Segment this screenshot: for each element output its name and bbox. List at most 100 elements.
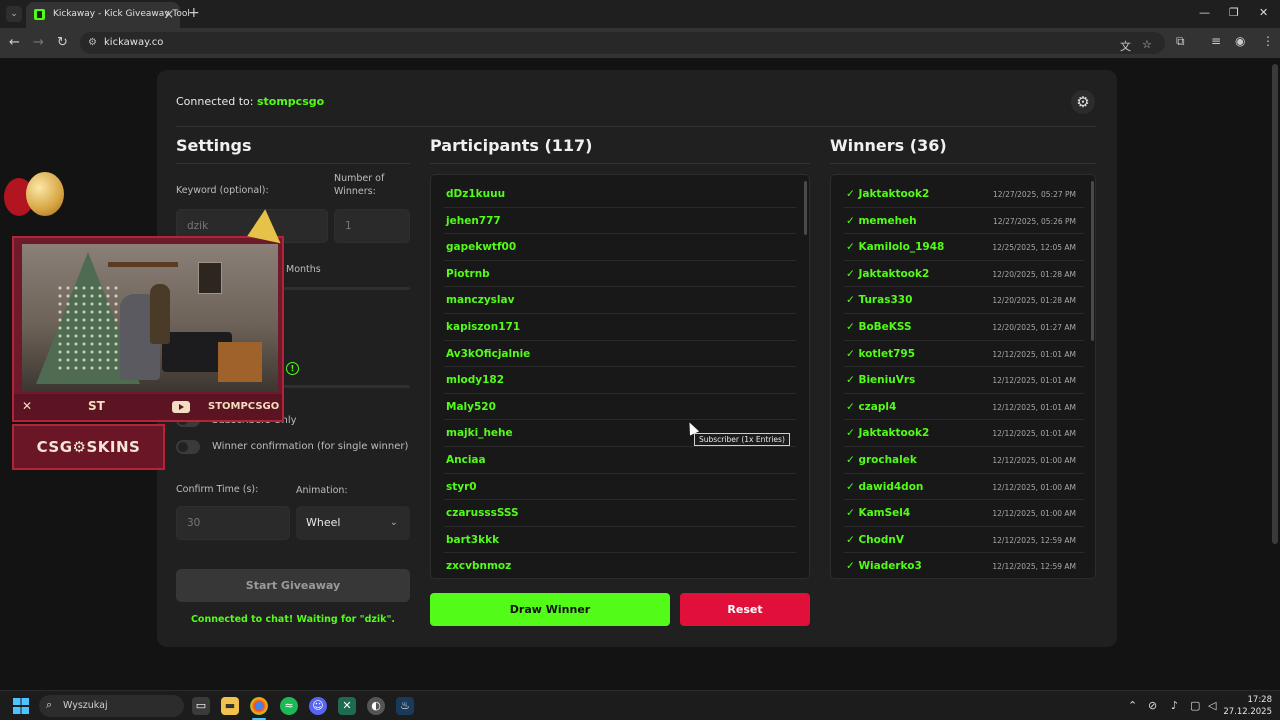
winner-row[interactable]: ✓ czapl4 12/12/2025, 01:01 AM bbox=[844, 394, 1084, 421]
page-scrollbar[interactable] bbox=[1272, 64, 1278, 544]
back-icon[interactable]: ← bbox=[9, 35, 20, 50]
winners-count-input[interactable]: 1 bbox=[334, 209, 410, 243]
winner-name: ✓ czapl4 bbox=[846, 400, 897, 413]
minimize-icon[interactable]: — bbox=[1199, 6, 1210, 19]
tab-search-dropdown[interactable]: ⌄ bbox=[6, 6, 22, 22]
draw-winner-button[interactable]: Draw Winner bbox=[430, 593, 670, 626]
network-icon[interactable]: ▢ bbox=[1190, 699, 1200, 712]
participant-row[interactable]: mlody182 bbox=[444, 367, 796, 394]
media-control-icon[interactable]: ≡ bbox=[1211, 34, 1221, 48]
winner-row[interactable]: ✓ BoBeKSS 12/20/2025, 01:27 AM bbox=[844, 314, 1084, 341]
info-icon[interactable]: ! bbox=[286, 362, 299, 375]
restore-icon[interactable]: ❐ bbox=[1229, 6, 1239, 19]
participant-row[interactable]: dDz1kuuu bbox=[444, 181, 796, 208]
participant-row[interactable]: styr0 bbox=[444, 474, 796, 501]
stompcsgo-logo: STOMPCSGO bbox=[208, 401, 280, 412]
url-text: kickaway.co bbox=[104, 37, 164, 48]
winner-row[interactable]: ✓ Jaktaktook2 12/12/2025, 01:01 AM bbox=[844, 420, 1084, 447]
winner-timestamp: 12/12/2025, 12:59 AM bbox=[992, 535, 1076, 545]
animation-select[interactable]: Wheel ⌄ bbox=[296, 506, 410, 540]
winners-divider bbox=[830, 163, 1096, 164]
new-tab-icon[interactable]: + bbox=[188, 5, 200, 21]
participant-row[interactable]: Piotrnb bbox=[444, 261, 796, 288]
winners-list[interactable]: ✓ Jaktaktook2 12/27/2025, 05:27 PM ✓ memeh… bbox=[830, 174, 1096, 579]
participant-row[interactable]: Av3kOficjalnie bbox=[444, 341, 796, 368]
winner-confirmation-toggle[interactable] bbox=[176, 440, 200, 454]
winner-name: ✓ Jaktaktook2 bbox=[846, 267, 930, 280]
winner-row[interactable]: ✓ memeheh 12/27/2025, 05:26 PM bbox=[844, 208, 1084, 235]
profile-icon[interactable]: ◉ bbox=[1235, 34, 1245, 48]
confirm-time-input[interactable]: 30 bbox=[176, 506, 290, 540]
participant-row[interactable]: czarusssSSS bbox=[444, 500, 796, 527]
winners-scrollbar[interactable] bbox=[1091, 181, 1094, 341]
youtube-icon bbox=[172, 401, 190, 413]
winner-name: ✓ KamSel4 bbox=[846, 507, 911, 520]
participants-list[interactable]: dDz1kuuu jehen777 gapekwtf00 Piotrnb manczys… bbox=[430, 174, 810, 579]
microphone-icon[interactable]: ♪ bbox=[1171, 699, 1178, 712]
browser-tab[interactable]: Kickaway - Kick Giveaway Tool × bbox=[26, 2, 190, 28]
taskbar-clock[interactable]: 17:28 27.12.2025 bbox=[1222, 694, 1272, 718]
winner-row[interactable]: ✓ ChodnV 12/12/2025, 12:59 AM bbox=[844, 527, 1084, 554]
winner-row[interactable]: ✓ Jaktaktook2 12/27/2025, 05:27 PM bbox=[844, 181, 1084, 208]
winner-row[interactable]: ✓ Turas330 12/20/2025, 01:28 AM bbox=[844, 287, 1084, 314]
settings-gear-icon[interactable]: ⚙ bbox=[1071, 90, 1095, 114]
winner-timestamp: 12/27/2025, 05:27 PM bbox=[993, 190, 1076, 199]
participant-name: majki_hehe bbox=[446, 427, 513, 440]
wall-picture bbox=[198, 262, 222, 294]
spotify-icon[interactable]: ≈ bbox=[280, 697, 298, 715]
participant-row[interactable]: bart3kkk bbox=[444, 527, 796, 554]
winner-timestamp: 12/12/2025, 01:01 AM bbox=[992, 402, 1076, 412]
app-icon[interactable]: ◐ bbox=[367, 697, 385, 715]
participants-scrollbar[interactable] bbox=[804, 181, 807, 235]
participant-name: kapiszon171 bbox=[446, 321, 521, 333]
bookmark-star-icon[interactable]: ☆ bbox=[1142, 38, 1152, 51]
channel-name: stompcsgo bbox=[256, 95, 325, 108]
window-close-icon[interactable]: ✕ bbox=[1259, 6, 1268, 19]
winner-row[interactable]: ✓ kotlet795 12/12/2025, 01:01 AM bbox=[844, 341, 1084, 368]
translate-icon[interactable]: 文 bbox=[1120, 38, 1131, 54]
participant-row[interactable]: jehen777 bbox=[444, 208, 796, 235]
tray-chevron-icon[interactable]: ⌃ bbox=[1128, 699, 1137, 712]
discord-icon[interactable]: ☺ bbox=[309, 697, 327, 715]
tab-close-icon[interactable]: × bbox=[164, 7, 174, 21]
winner-row[interactable]: ✓ BieniuVrs 12/12/2025, 01:01 AM bbox=[844, 367, 1084, 394]
menu-icon[interactable]: ⋮ bbox=[1262, 34, 1274, 48]
winner-row[interactable]: ✓ Wiaderko3 12/12/2025, 12:59 AM bbox=[844, 553, 1084, 578]
address-bar[interactable]: ⚙ kickaway.co 文 ☆ bbox=[80, 32, 1165, 54]
wifi-off-icon[interactable]: ⊘ bbox=[1148, 699, 1157, 712]
participant-row[interactable]: Anciaa bbox=[444, 447, 796, 474]
winner-timestamp: 12/25/2025, 12:05 AM bbox=[992, 243, 1076, 253]
search-icon: ⌕ bbox=[46, 698, 53, 711]
winner-timestamp: 12/12/2025, 01:01 AM bbox=[992, 376, 1076, 386]
task-view-icon[interactable]: ▭ bbox=[192, 697, 210, 715]
chrome-icon[interactable] bbox=[250, 697, 268, 715]
participant-row[interactable]: Maly520 bbox=[444, 394, 796, 421]
clock-time: 17:28 bbox=[1247, 695, 1273, 705]
reset-button[interactable]: Reset bbox=[680, 593, 810, 626]
chevron-down-icon: ⌄ bbox=[389, 517, 398, 528]
file-explorer-icon[interactable]: ▬ bbox=[221, 697, 239, 715]
site-info-icon[interactable]: ⚙ bbox=[88, 37, 97, 48]
winner-timestamp: 12/20/2025, 01:28 AM bbox=[992, 269, 1076, 279]
animation-select-value: Wheel bbox=[306, 516, 341, 529]
participant-row[interactable]: gapekwtf00 bbox=[444, 234, 796, 261]
winner-row[interactable]: ✓ Jaktaktook2 12/20/2025, 01:28 AM bbox=[844, 261, 1084, 288]
volume-icon[interactable]: ◁ bbox=[1208, 699, 1216, 712]
winner-row[interactable]: ✓ Kamilolo_1948 12/25/2025, 12:05 AM bbox=[844, 234, 1084, 261]
extensions-icon[interactable]: ⧉ bbox=[1176, 34, 1185, 49]
winner-row[interactable]: ✓ KamSel4 12/12/2025, 01:00 AM bbox=[844, 500, 1084, 527]
taskbar-search[interactable]: ⌕ Wyszukaj bbox=[39, 695, 184, 717]
winner-row[interactable]: ✓ grochalek 12/12/2025, 01:00 AM bbox=[844, 447, 1084, 474]
excel-icon[interactable]: ✕ bbox=[338, 697, 356, 715]
participant-row[interactable]: kapiszon171 bbox=[444, 314, 796, 341]
start-giveaway-button[interactable]: Start Giveaway bbox=[176, 569, 410, 602]
winner-row[interactable]: ✓ dawid4don 12/12/2025, 01:00 AM bbox=[844, 474, 1084, 501]
participant-row[interactable]: zxcvbnmoz bbox=[444, 553, 796, 578]
kick-favicon-icon bbox=[34, 9, 45, 20]
participant-row[interactable]: manczyslav bbox=[444, 287, 796, 314]
steam-icon[interactable]: ♨ bbox=[396, 697, 414, 715]
winner-name: ✓ BieniuVrs bbox=[846, 374, 916, 387]
forward-icon[interactable]: → bbox=[33, 35, 44, 50]
reload-icon[interactable]: ↻ bbox=[57, 35, 68, 50]
windows-start-icon[interactable] bbox=[13, 698, 29, 714]
